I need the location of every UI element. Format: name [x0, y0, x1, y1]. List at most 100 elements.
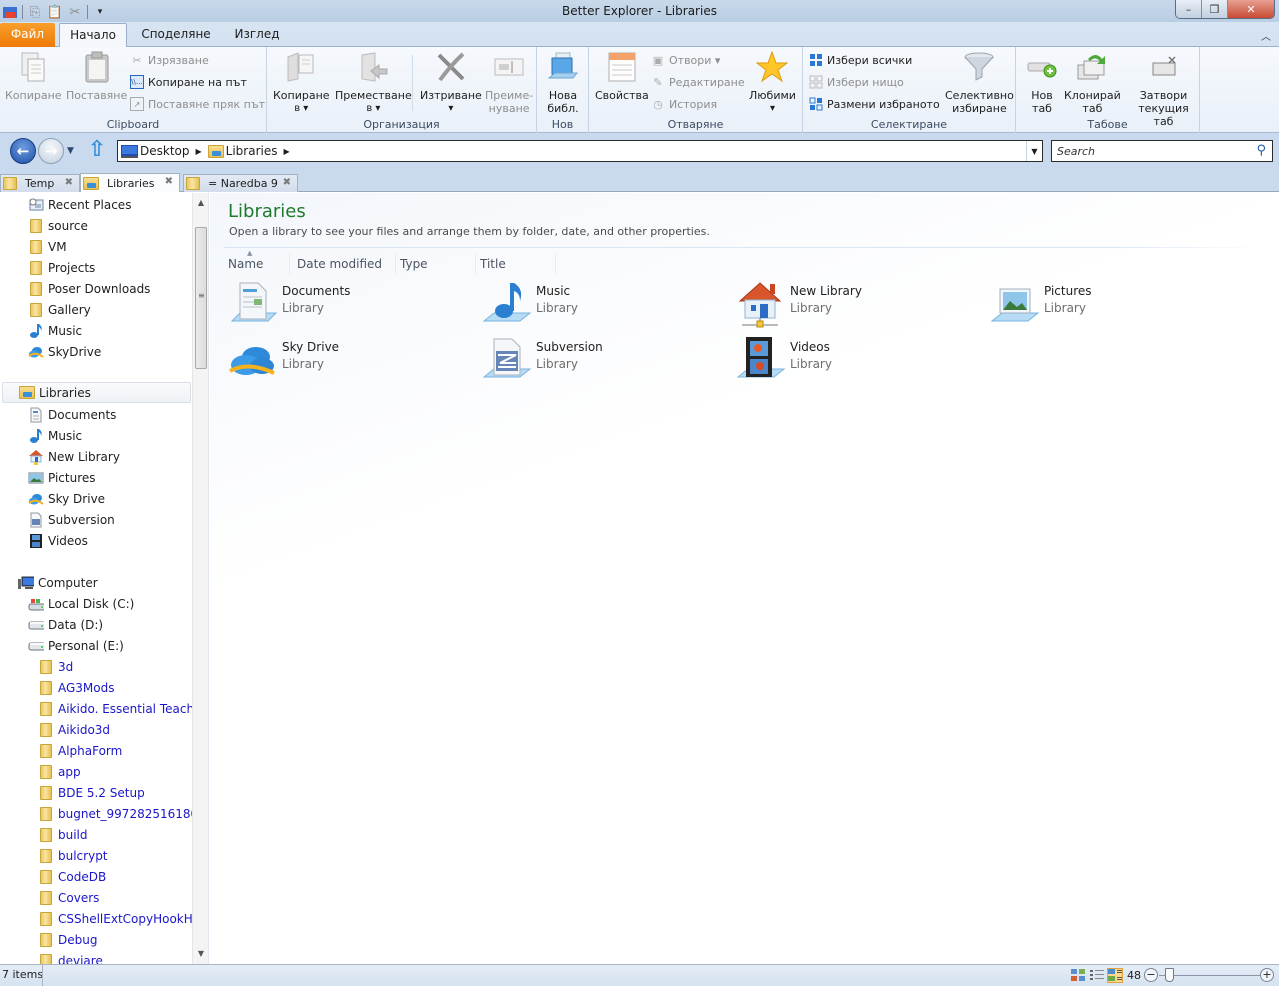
sidebar-item-folder[interactable]: app	[38, 761, 81, 782]
edit-button[interactable]: ✎ Редактиране	[651, 73, 744, 91]
copy-button[interactable]: Копиране	[5, 51, 62, 102]
cut-button[interactable]: ✂ Изрязване	[130, 51, 208, 69]
open-button[interactable]: ▣ Отвори ▾	[651, 51, 721, 69]
back-button[interactable]: ←	[10, 138, 36, 164]
properties-button[interactable]: Свойства	[595, 51, 649, 102]
library-item-videos[interactable]: Videos Library	[736, 335, 966, 387]
history-button[interactable]: ◷ История	[651, 95, 717, 113]
library-item-music[interactable]: Music Library	[482, 279, 712, 331]
tab-libraries[interactable]: Libraries ✖	[80, 173, 180, 192]
sidebar-item-folder[interactable]: bulcrypt	[38, 845, 108, 866]
tab-naredba-9[interactable]: = Naredba 9 ✖	[183, 174, 298, 192]
sidebar-item-folder[interactable]: Covers	[38, 887, 99, 908]
view-tiles-button[interactable]	[1107, 968, 1123, 983]
close-tab-button[interactable]: Затвори текущия таб	[1128, 51, 1199, 128]
sidebar-item-folder[interactable]: AlphaForm	[38, 740, 122, 761]
column-header-name[interactable]: ▲ Name	[224, 249, 290, 275]
invert-selection-button[interactable]: Размени избраното	[809, 95, 940, 113]
minimize-ribbon-icon[interactable]: ︿	[1261, 28, 1271, 43]
sidebar-item-source[interactable]: source	[28, 215, 88, 236]
sidebar-item-lib-documents[interactable]: Documents	[28, 404, 116, 425]
new-tab-button[interactable]: Нов таб	[1026, 51, 1058, 115]
sidebar-item-drive-data-d-[interactable]: Data (D:)	[28, 614, 103, 635]
view-large-icons-button[interactable]	[1070, 968, 1086, 983]
restore-button[interactable]: ❐	[1202, 0, 1228, 18]
zoom-slider-track[interactable]	[1159, 975, 1264, 976]
sidebar-item-folder[interactable]: build	[38, 824, 88, 845]
new-library-button[interactable]: Нова библ.	[547, 51, 579, 115]
tab-view[interactable]: Изглед	[226, 23, 288, 47]
recent-locations-dropdown[interactable]: ▼	[67, 146, 74, 156]
sidebar-item-lib-new-library[interactable]: New Library	[28, 446, 120, 467]
sidebar-item-gallery[interactable]: Gallery	[28, 299, 91, 320]
sidebar-item-folder[interactable]: bugnet_997282516180	[38, 803, 198, 824]
breadcrumb-libraries[interactable]: Libraries ▶	[207, 144, 290, 158]
search-input[interactable]: Search ⚲	[1051, 140, 1273, 162]
move-to-button[interactable]: Преместване в ▾	[335, 51, 412, 115]
tab-share[interactable]: Споделяне	[136, 23, 216, 47]
selective-select-button[interactable]: Селективно избиране	[945, 51, 1014, 115]
column-header-type[interactable]: Type	[396, 253, 476, 275]
sidebar-item-folder[interactable]: BDE 5.2 Setup	[38, 782, 145, 803]
breadcrumb-arrow-icon[interactable]: ▶	[283, 147, 289, 156]
breadcrumb-arrow-icon[interactable]: ▶	[196, 147, 202, 156]
sidebar-item-folder[interactable]: AG3Mods	[38, 677, 115, 698]
zoom-slider-thumb[interactable]	[1164, 968, 1174, 982]
paste-button[interactable]: Поставяне	[66, 51, 127, 102]
sidebar-item-lib-music[interactable]: Music	[28, 425, 82, 446]
search-icon[interactable]: ⚲	[1256, 143, 1266, 158]
sidebar-item-folder[interactable]: Debug	[38, 929, 97, 950]
zoom-in-button[interactable]: +	[1260, 968, 1274, 982]
sidebar-item-poser-downloads[interactable]: Poser Downloads	[28, 278, 150, 299]
delete-button[interactable]: Изтриване ▾	[420, 51, 482, 115]
rename-button[interactable]: Преиме- нуване	[485, 51, 533, 115]
library-item-documents[interactable]: Documents Library	[228, 279, 458, 331]
close-tab-icon[interactable]: ✖	[165, 176, 173, 187]
copy-path-button[interactable]: \\… Копиране на път	[130, 73, 247, 91]
sidebar-item-drive-local-disk-c-[interactable]: Local Disk (C:)	[28, 593, 134, 614]
column-header-date-modified[interactable]: Date modified	[293, 253, 396, 275]
sidebar-item-computer[interactable]: Computer	[18, 572, 98, 593]
scroll-up-icon[interactable]: ▲	[193, 195, 208, 211]
sidebar-item-folder[interactable]: Aikido. Essential Teachin	[38, 698, 205, 719]
sidebar-item-vm[interactable]: VM	[28, 236, 67, 257]
sidebar-item-folder[interactable]: CodeDB	[38, 866, 106, 887]
library-item-subversion[interactable]: Subversion Library	[482, 335, 712, 387]
view-details-button[interactable]	[1089, 968, 1105, 983]
close-button[interactable]: ✕	[1228, 0, 1274, 18]
forward-button[interactable]: →	[38, 138, 64, 164]
sidebar-item-recent-places[interactable]: Recent Places	[28, 194, 131, 215]
scroll-down-icon[interactable]: ▼	[193, 946, 208, 962]
minimize-button[interactable]: –	[1176, 0, 1202, 18]
column-header-title[interactable]: Title	[476, 253, 556, 275]
close-tab-icon[interactable]: ✖	[65, 177, 73, 188]
paste-shortcut-button[interactable]: ↗ Поставяне пряк път	[130, 95, 265, 113]
breadcrumb-desktop[interactable]: Desktop ▶	[121, 144, 202, 158]
tab-temp[interactable]: Temp ✖	[0, 174, 80, 192]
sidebar-item-folder[interactable]: Aikido3d	[38, 719, 110, 740]
sidebar-item-music[interactable]: Music	[28, 320, 82, 341]
sidebar-item-lib-pictures[interactable]: Pictures	[28, 467, 96, 488]
up-button[interactable]: ⇧	[86, 139, 108, 163]
navigation-pane-scrollbar[interactable]: ▲ ≡ ▼	[192, 193, 208, 964]
scrollbar-thumb[interactable]: ≡	[195, 227, 207, 369]
sidebar-item-libraries[interactable]: Libraries	[2, 382, 191, 403]
favorites-button[interactable]: Любими ▾	[749, 51, 796, 115]
select-none-button[interactable]: Избери нищо	[809, 73, 904, 91]
library-item-sky-drive[interactable]: Sky Drive Library	[228, 335, 458, 387]
copy-to-button[interactable]: Копиране в ▾	[273, 51, 330, 115]
sidebar-item-drive-personal-e-[interactable]: Personal (E:)	[28, 635, 124, 656]
sidebar-item-folder[interactable]: 3d	[38, 656, 73, 677]
library-item-pictures[interactable]: Pictures Library	[990, 279, 1220, 331]
sidebar-item-projects[interactable]: Projects	[28, 257, 95, 278]
tab-file[interactable]: Файл	[0, 23, 55, 47]
sidebar-item-skydrive[interactable]: SkyDrive	[28, 341, 101, 362]
sidebar-item-lib-videos[interactable]: Videos	[28, 530, 88, 551]
tab-home[interactable]: Начало	[59, 23, 127, 48]
sidebar-item-folder[interactable]: deviare	[38, 950, 103, 964]
close-tab-icon[interactable]: ✖	[283, 177, 291, 188]
sidebar-item-lib-subversion[interactable]: Subversion	[28, 509, 115, 530]
library-item-new-library[interactable]: New Library Library	[736, 279, 966, 331]
sidebar-item-lib-sky-drive[interactable]: Sky Drive	[28, 488, 105, 509]
sidebar-item-folder[interactable]: CSShellExtCopyHookHar	[38, 908, 205, 929]
